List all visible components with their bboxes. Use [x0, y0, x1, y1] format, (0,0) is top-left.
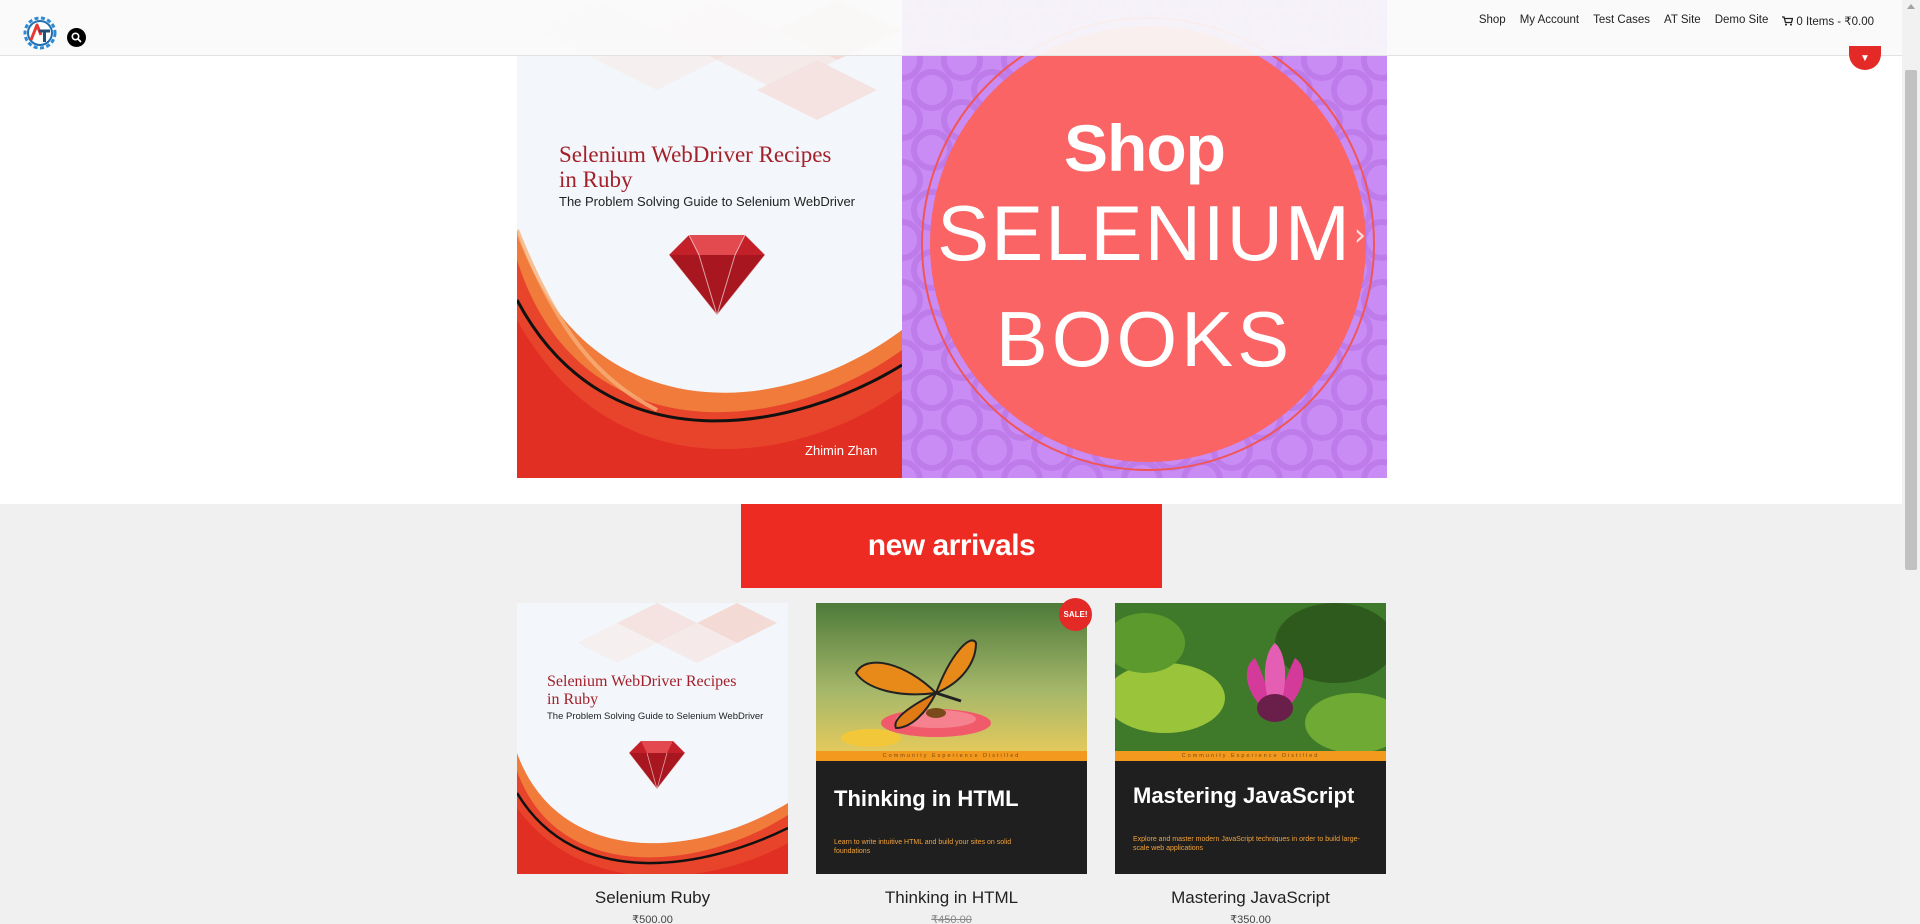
cover-title: Thinking in HTML: [834, 786, 1019, 811]
mastering-javascript-cover-art: [1115, 603, 1386, 874]
search-button[interactable]: [67, 28, 86, 47]
new-arrivals-section: new arrivals Selenium WebDriver Recipes …: [0, 504, 1902, 924]
product-card-selenium-ruby: Selenium WebDriver Recipes in Ruby The P…: [517, 603, 788, 924]
hero-slider: Selenium WebDriver Recipes in Ruby The P…: [0, 0, 1902, 504]
nav-my-account[interactable]: My Account: [1520, 14, 1579, 28]
nav-cart[interactable]: 0 Items - ₹0.00: [1782, 14, 1874, 28]
cover-subtitle: The Problem Solving Guide to Selenium We…: [547, 711, 764, 722]
hero-slide[interactable]: Selenium WebDriver Recipes in Ruby The P…: [517, 0, 1387, 478]
sale-badge: SALE!: [1059, 598, 1092, 631]
cover-tagline: Community Experience Distilled: [882, 753, 1021, 759]
shop-subheading-selenium: SELENIUM: [937, 189, 1352, 277]
product-title[interactable]: Thinking in HTML: [816, 888, 1087, 908]
cover-tagline: Community Experience Distilled: [1181, 753, 1320, 759]
scroll-up-arrow-icon[interactable]: [1907, 4, 1915, 9]
nav-demo-site[interactable]: Demo Site: [1715, 14, 1769, 28]
slide-book-title-line2: in Ruby: [559, 167, 633, 192]
new-arrivals-banner: new arrivals: [741, 504, 1162, 588]
product-title[interactable]: Mastering JavaScript: [1115, 888, 1386, 908]
slider-next-arrow-icon[interactable]: ›: [1354, 218, 1366, 253]
product-image-mastering-javascript[interactable]: Community Experience Distilled Mastering…: [1115, 603, 1386, 874]
page-scrollbar[interactable]: [1902, 0, 1920, 924]
site-header: Shop My Account Test Cases AT Site Demo …: [0, 0, 1902, 56]
cover-description: Explore and master modern JavaScript tec…: [1133, 836, 1360, 852]
cover-title: Mastering JavaScript: [1133, 783, 1355, 808]
site-logo[interactable]: [20, 13, 60, 53]
search-icon: [71, 32, 82, 43]
product-title[interactable]: Selenium Ruby: [517, 888, 788, 908]
slide-book-cover: Selenium WebDriver Recipes in Ruby The P…: [517, 0, 902, 478]
product-price: ₹450.00: [931, 914, 972, 924]
thinking-in-html-cover-art: [816, 603, 1087, 874]
book-cover-art: [517, 0, 902, 478]
cover-description: Learn to write intuitive HTML and build …: [834, 839, 1012, 855]
logo-gear-icon: [23, 16, 57, 50]
product-card-mastering-javascript: Community Experience Distilled Mastering…: [1115, 603, 1386, 924]
shop-heading: Shop: [1064, 111, 1226, 185]
nav-test-cases[interactable]: Test Cases: [1593, 14, 1650, 28]
cover-title-line2: in Ruby: [547, 691, 599, 708]
cover-title-line1: Selenium WebDriver Recipes: [547, 673, 737, 690]
product-card-thinking-in-html: SALE! Community Experience Distilled Thi…: [816, 598, 1092, 924]
selenium-ruby-cover-art: [517, 603, 788, 874]
cart-icon: [1782, 16, 1794, 26]
slide-book-title-line1: Selenium WebDriver Recipes: [559, 142, 832, 167]
product-price: ₹350.00: [1230, 914, 1271, 924]
nav-at-site[interactable]: AT Site: [1664, 14, 1701, 28]
product-image-selenium-ruby[interactable]: Selenium WebDriver Recipes in Ruby The P…: [517, 603, 788, 874]
nav-shop[interactable]: Shop: [1479, 14, 1506, 28]
product-price: ₹500.00: [632, 914, 673, 924]
slide-shop-panel: Shop SELENIUM BOOKS: [902, 0, 1387, 478]
slide-book-subtitle: The Problem Solving Guide to Selenium We…: [559, 194, 856, 209]
slide-book-author: Zhimin Zhan: [805, 443, 878, 458]
product-image-thinking-in-html[interactable]: Community Experience Distilled Thinking …: [816, 603, 1087, 874]
scrollbar-thumb[interactable]: [1905, 70, 1917, 570]
new-arrivals-heading: new arrivals: [867, 529, 1036, 562]
main-nav: Shop My Account Test Cases AT Site Demo …: [1479, 14, 1874, 28]
cart-summary: 0 Items - ₹0.00: [1796, 16, 1874, 28]
double-chevron-down-icon: ▼: [1860, 52, 1870, 64]
shop-subheading-books: BOOKS: [995, 295, 1294, 383]
